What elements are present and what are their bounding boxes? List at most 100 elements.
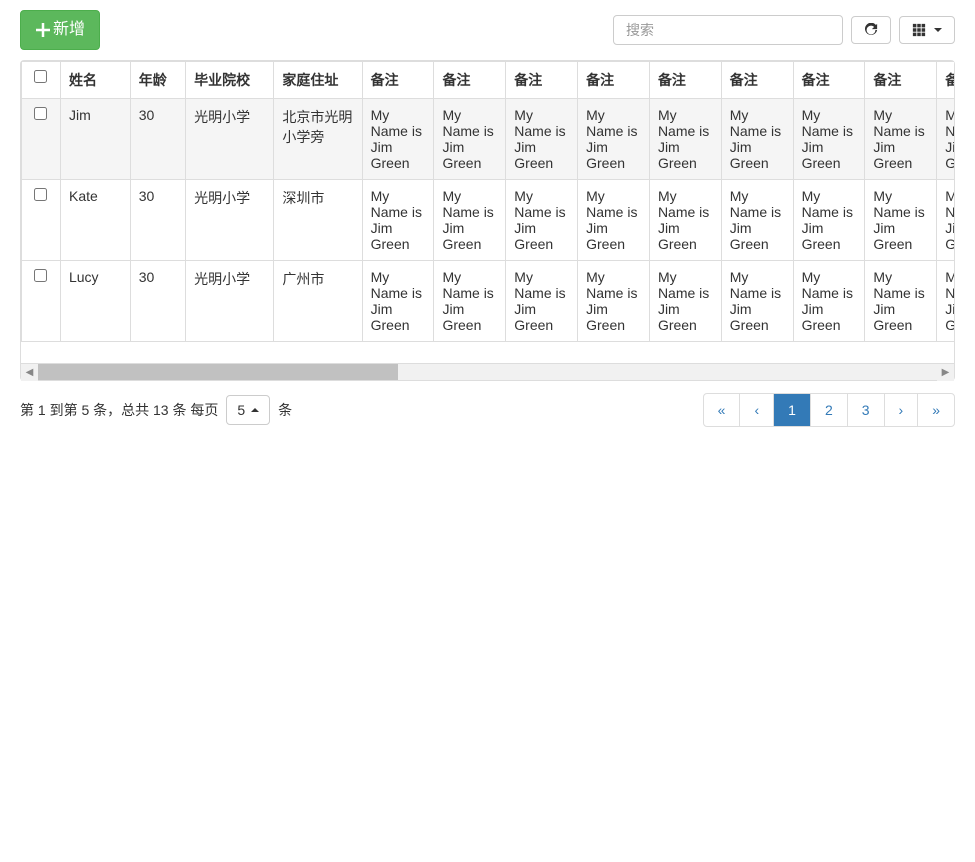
row-checkbox-cell [22,261,61,342]
header-remark[interactable]: 备注 [434,62,506,99]
cell-age: 30 [130,180,185,261]
cell-remark: My Name is Jim Green [721,180,793,261]
add-button[interactable]: 新增 [20,10,100,50]
row-checkbox-cell [22,99,61,180]
page-prev-link[interactable]: ‹ [740,394,773,426]
header-remark[interactable]: 备注 [865,62,937,99]
cell-remark: My Name is Jim Green [865,261,937,342]
cell-remark: My Name is Jim Green [721,99,793,180]
toolbar: 新增 [20,10,955,50]
table-row[interactable]: Lucy30光明小学广州市My Name is Jim GreenMy Name… [22,261,955,342]
page-first[interactable]: « [703,393,741,427]
cell-remark: My Name is Jim Green [649,99,721,180]
cell-age: 30 [130,261,185,342]
cell-school: 光明小学 [186,99,274,180]
cell-remark: My Name is Jim Green [434,99,506,180]
cell-remark: My Name is Jim Green [937,99,954,180]
cell-remark: My Name is Jim Green [362,261,434,342]
header-checkbox-cell [22,62,61,99]
search-input[interactable] [613,15,843,45]
cell-remark: My Name is Jim Green [649,180,721,261]
cell-remark: My Name is Jim Green [937,261,954,342]
row-checkbox[interactable] [34,188,47,201]
cell-age: 30 [130,99,185,180]
page-3-link[interactable]: 3 [848,394,884,426]
pagination-info-suffix: 条 [278,400,292,420]
cell-remark: My Name is Jim Green [362,99,434,180]
page-last[interactable]: » [917,393,955,427]
table-scroll-horizontal[interactable]: ◀ ▶ [21,363,954,380]
header-remark[interactable]: 备注 [649,62,721,99]
select-all-checkbox[interactable] [34,70,47,83]
cell-remark: My Name is Jim Green [937,180,954,261]
scroll-track[interactable] [38,364,937,380]
page-2-link[interactable]: 2 [811,394,847,426]
table-container: 姓名年龄毕业院校家庭住址备注备注备注备注备注备注备注备注备注备注 Jim30光明… [20,60,955,381]
cell-remark: My Name is Jim Green [649,261,721,342]
cell-remark: My Name is Jim Green [793,99,865,180]
cell-remark: My Name is Jim Green [721,261,793,342]
cell-remark: My Name is Jim Green [434,180,506,261]
header-remark[interactable]: 备注 [506,62,578,99]
page-size-value: 5 [237,402,245,418]
scroll-thumb[interactable] [38,364,398,380]
page-size-select[interactable]: 5 [226,395,270,425]
pagination: «‹123›» [704,393,955,427]
page-last-link[interactable]: » [918,394,954,426]
table-body: Jim30光明小学北京市光明小学旁My Name is Jim GreenMy … [22,99,955,342]
header-remark[interactable]: 备注 [578,62,650,99]
cell-remark: My Name is Jim Green [865,99,937,180]
page-1[interactable]: 1 [773,393,811,427]
cell-address: 深圳市 [274,180,362,261]
grid-icon [912,23,926,37]
data-table: 姓名年龄毕业院校家庭住址备注备注备注备注备注备注备注备注备注备注 Jim30光明… [21,61,954,342]
cell-address: 广州市 [274,261,362,342]
toolbar-left: 新增 [20,10,100,50]
cell-remark: My Name is Jim Green [793,261,865,342]
page-prev[interactable]: ‹ [739,393,774,427]
page-2[interactable]: 2 [810,393,848,427]
pagination-info-text: 第 1 到第 5 条，总共 13 条 每页 [20,400,218,420]
cell-remark: My Name is Jim Green [578,99,650,180]
cell-remark: My Name is Jim Green [578,180,650,261]
header-name[interactable]: 姓名 [60,62,130,99]
table-header: 姓名年龄毕业院校家庭住址备注备注备注备注备注备注备注备注备注备注 [22,62,955,99]
header-remark[interactable]: 备注 [362,62,434,99]
page-1-link[interactable]: 1 [774,394,810,426]
page-next[interactable]: › [884,393,919,427]
table-row[interactable]: Jim30光明小学北京市光明小学旁My Name is Jim GreenMy … [22,99,955,180]
row-checkbox[interactable] [34,269,47,282]
refresh-icon [864,23,878,37]
header-remark[interactable]: 备注 [937,62,954,99]
cell-school: 光明小学 [186,180,274,261]
row-checkbox[interactable] [34,107,47,120]
cell-remark: My Name is Jim Green [362,180,434,261]
cell-remark: My Name is Jim Green [506,180,578,261]
header-remark[interactable]: 备注 [793,62,865,99]
caret-up-icon [251,408,259,412]
cell-remark: My Name is Jim Green [578,261,650,342]
columns-button[interactable] [899,16,955,44]
row-checkbox-cell [22,180,61,261]
page-first-link[interactable]: « [704,394,740,426]
scroll-left-arrow[interactable]: ◀ [21,364,38,381]
page-3[interactable]: 3 [847,393,885,427]
add-button-label: 新增 [53,19,85,41]
plus-icon [35,22,51,38]
cell-school: 光明小学 [186,261,274,342]
header-remark[interactable]: 备注 [721,62,793,99]
cell-remark: My Name is Jim Green [506,99,578,180]
cell-remark: My Name is Jim Green [434,261,506,342]
header-address[interactable]: 家庭住址 [274,62,362,99]
cell-remark: My Name is Jim Green [793,180,865,261]
table-row[interactable]: Kate30光明小学深圳市My Name is Jim GreenMy Name… [22,180,955,261]
refresh-button[interactable] [851,16,891,44]
cell-name: Kate [60,180,130,261]
page-next-link[interactable]: › [885,394,918,426]
header-school[interactable]: 毕业院校 [186,62,274,99]
cell-remark: My Name is Jim Green [506,261,578,342]
table-scroll-vertical[interactable]: 姓名年龄毕业院校家庭住址备注备注备注备注备注备注备注备注备注备注 Jim30光明… [21,61,954,363]
scroll-right-arrow[interactable]: ▶ [937,364,954,381]
toolbar-right [613,15,955,45]
header-age[interactable]: 年龄 [130,62,185,99]
